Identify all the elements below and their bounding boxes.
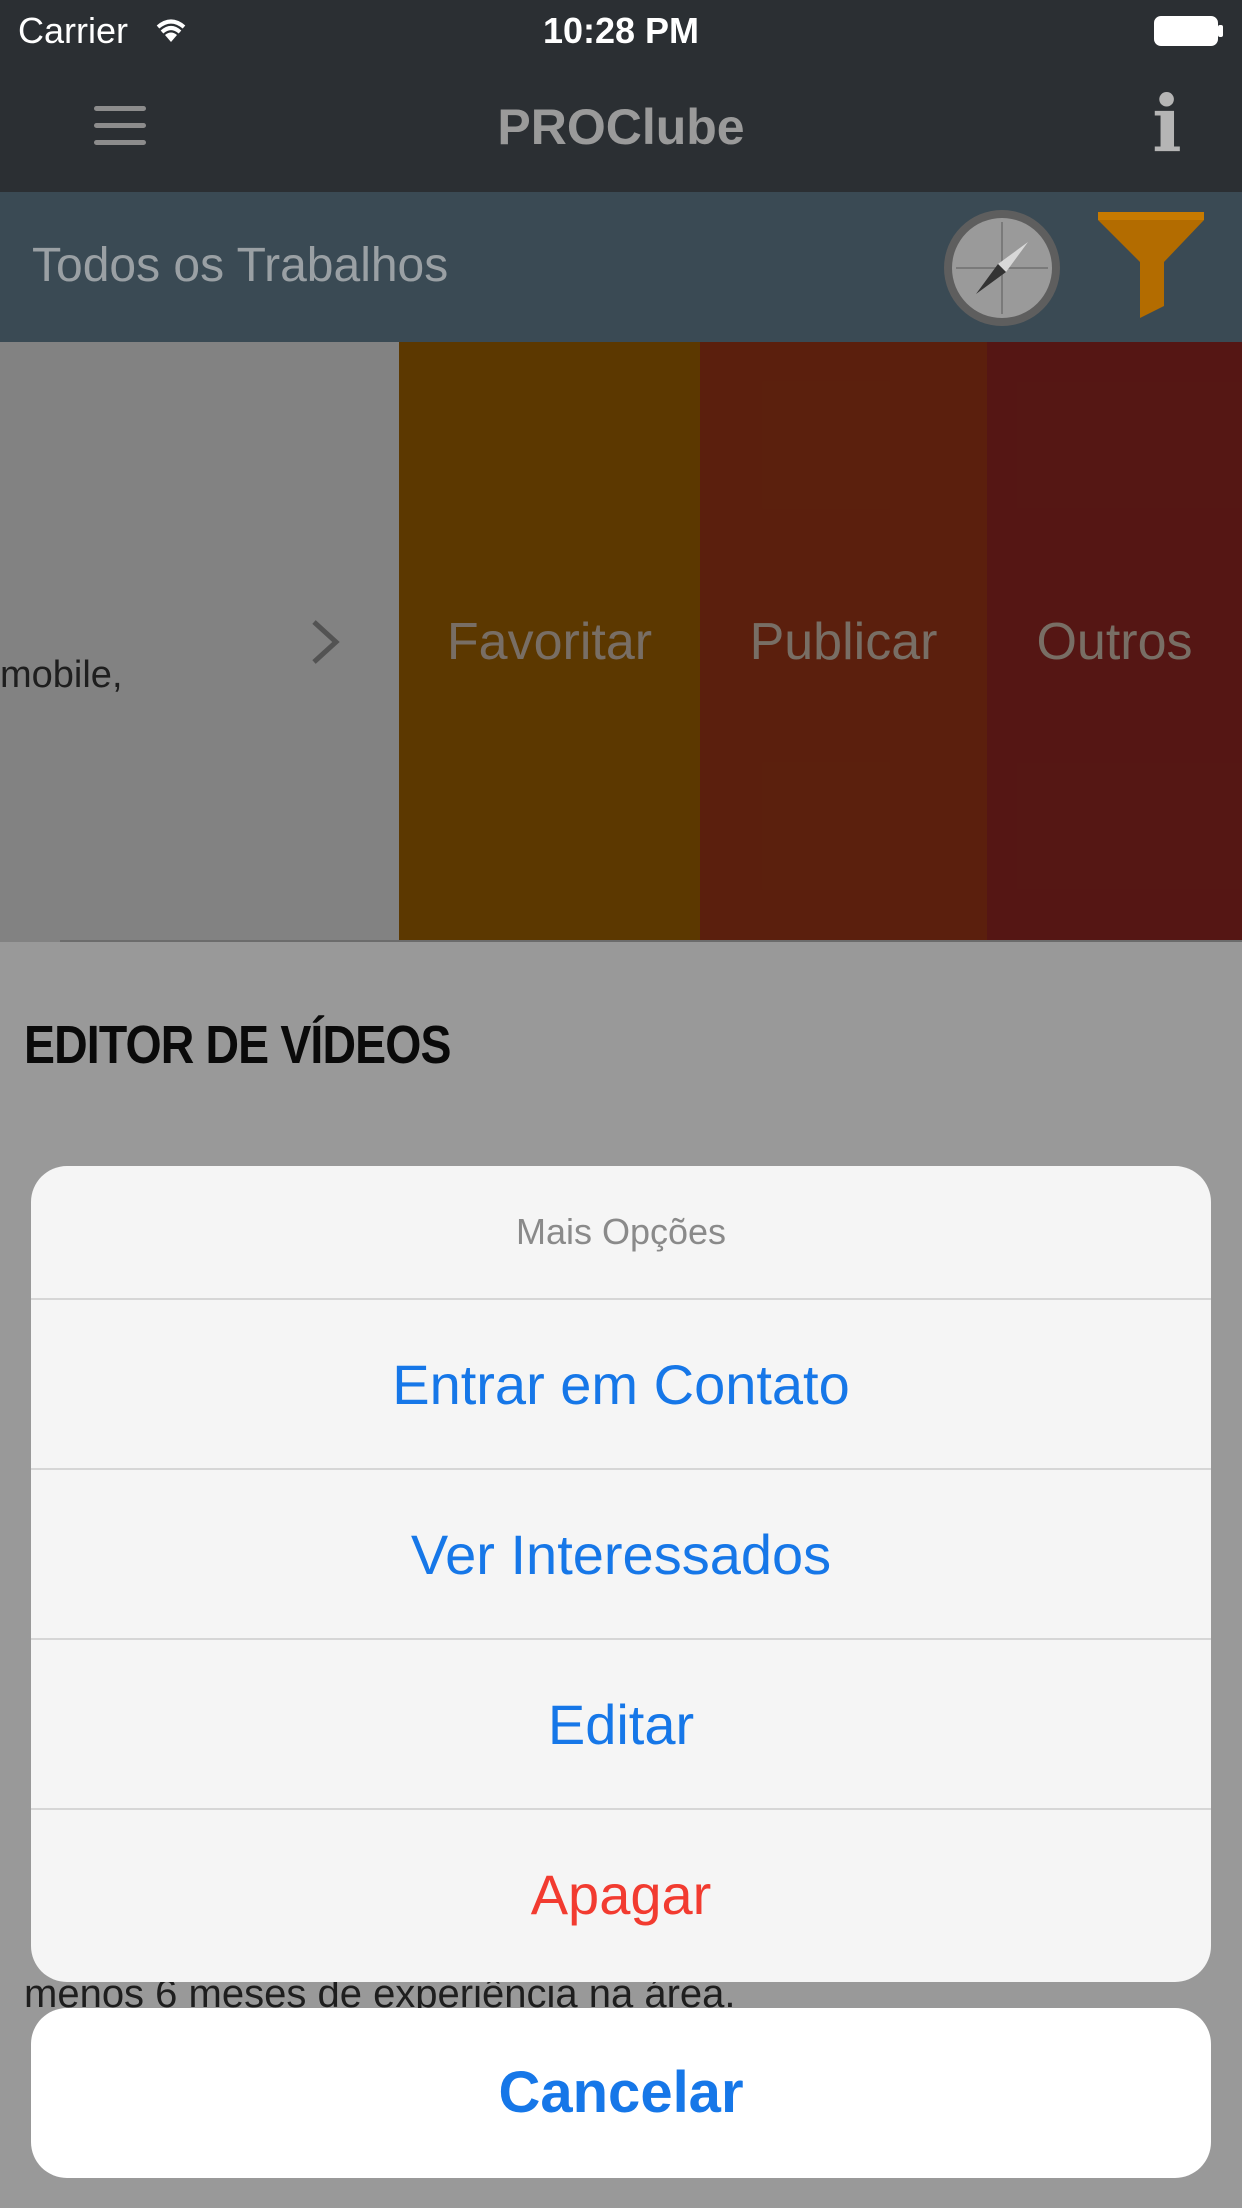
info-icon[interactable]: i [1142,86,1192,164]
filter-funnel-icon[interactable] [1096,210,1206,320]
status-time: 10:28 PM [542,10,700,51]
apagar-button[interactable]: Apagar [31,1808,1211,1978]
battery-icon [1154,16,1223,46]
cancel-button[interactable]: Cancelar [31,2008,1211,2178]
compass-icon[interactable] [942,208,1062,328]
nav-bar: PROClube i [0,62,1242,192]
filter-header: Todos os Trabalhos [0,192,1242,342]
action-sheet-title: Mais Opções [515,1211,727,1252]
entrar-em-contato-button[interactable]: Entrar em Contato [31,1298,1211,1468]
status-bar: Carrier 10:28 PM [0,0,1242,62]
page-title: PROClube [497,99,745,155]
ver-interessados-button[interactable]: Ver Interessados [31,1468,1211,1638]
action-sheet: Mais Opções Entrar em Contato Ver Intere… [31,1166,1211,1982]
filter-title[interactable]: Todos os Trabalhos [32,238,448,293]
editar-button[interactable]: Editar [31,1638,1211,1808]
